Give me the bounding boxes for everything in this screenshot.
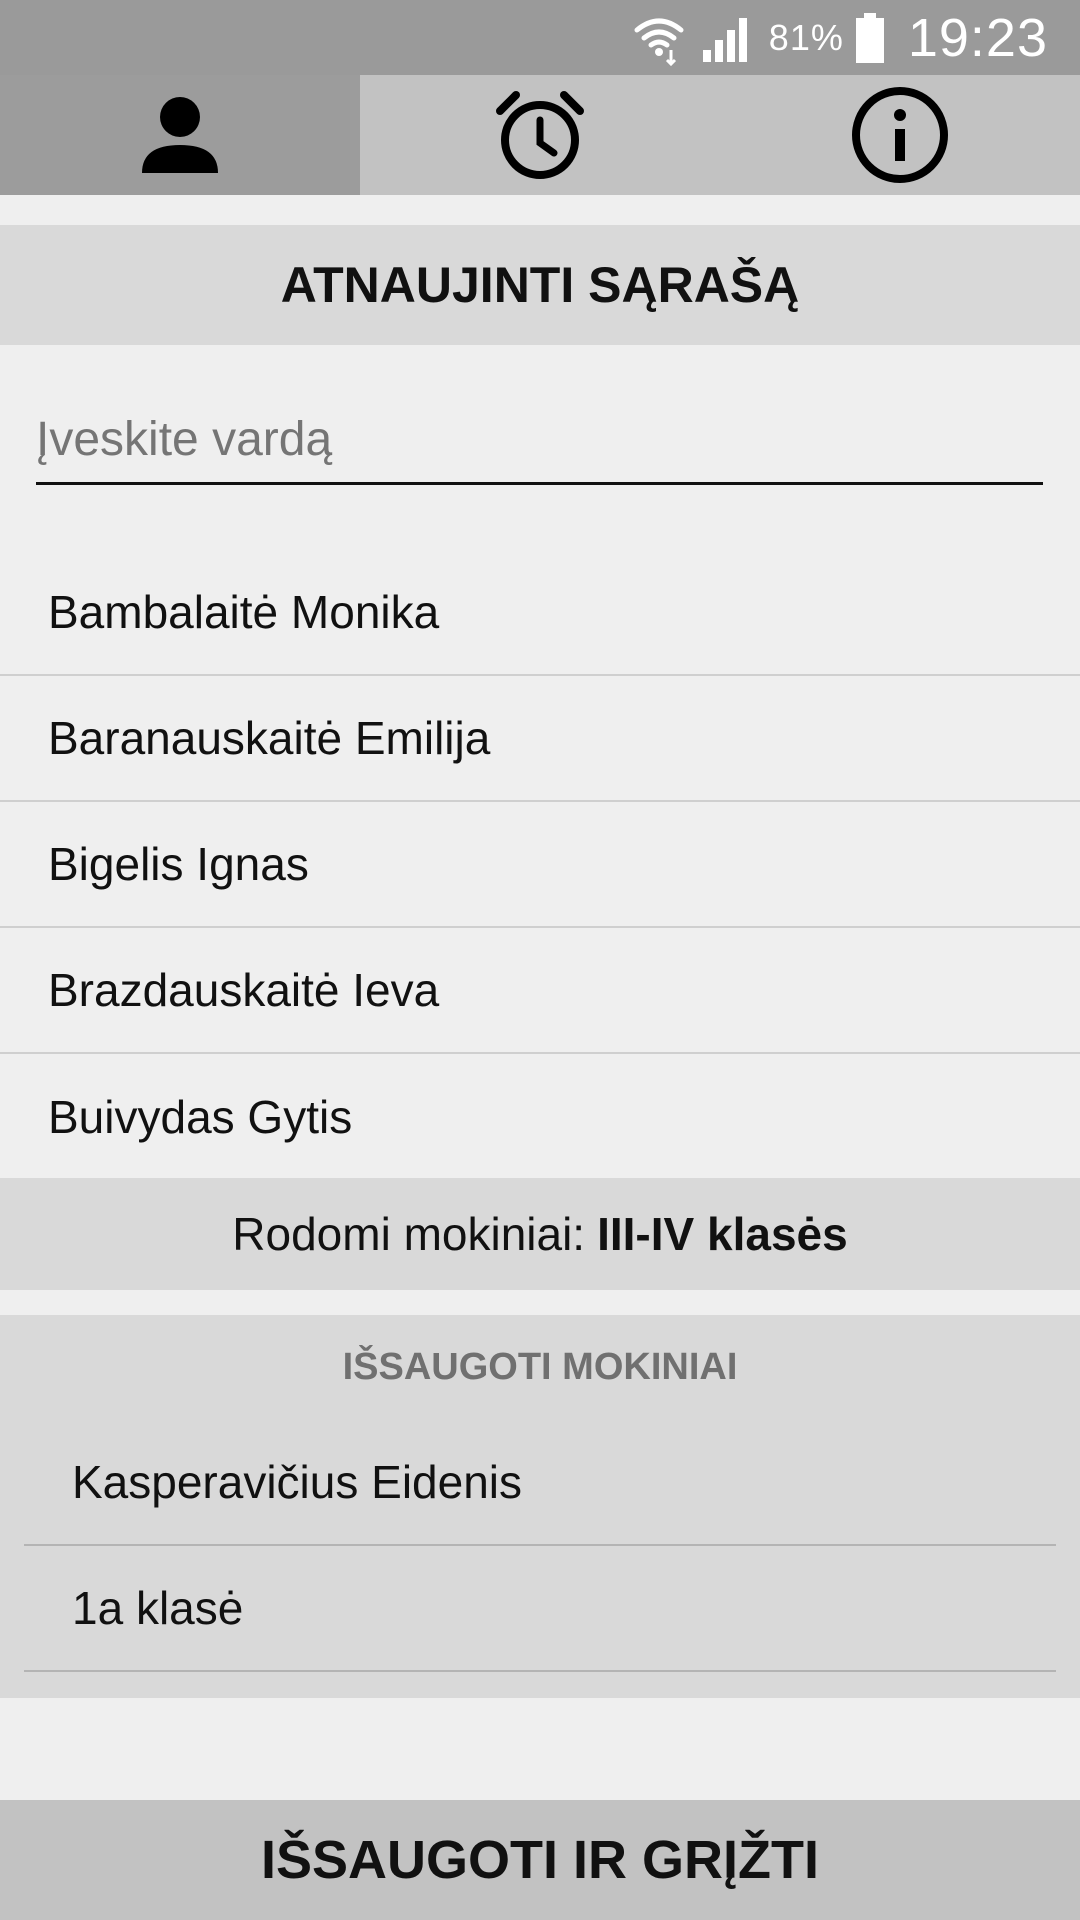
tab-bar — [0, 75, 1080, 195]
list-item[interactable]: Brazdauskaitė Ieva — [0, 928, 1080, 1054]
battery-percentage: 81% — [768, 16, 844, 58]
saved-students-list: Kasperavičius Eidenis 1a klasė — [24, 1420, 1056, 1672]
tab-info[interactable] — [720, 75, 1080, 195]
signal-icon — [702, 17, 747, 62]
saved-list-item[interactable]: Kasperavičius Eidenis — [24, 1420, 1056, 1546]
list-item[interactable]: Baranauskaitė Emilija — [0, 676, 1080, 802]
shown-students-value: III-IV klasės — [597, 1208, 848, 1260]
person-icon — [142, 97, 218, 173]
tab-students[interactable] — [0, 75, 360, 195]
list-item[interactable]: Bambalaitė Monika — [0, 550, 1080, 676]
name-search-input[interactable] — [36, 405, 1043, 485]
wifi-icon — [634, 18, 684, 66]
tab-alarm[interactable] — [360, 75, 720, 195]
shown-students-label: Rodomi mokiniai: — [232, 1208, 586, 1260]
status-icons: 81% 19:23 — [631, 0, 1048, 75]
shown-students-info: Rodomi mokiniai: III-IV klasės — [0, 1178, 1080, 1290]
list-item[interactable]: Buivydas Gytis — [0, 1054, 1080, 1180]
saved-list-item[interactable]: 1a klasė — [24, 1546, 1056, 1672]
refresh-list-button[interactable]: ATNAUJINTI SĄRAŠĄ — [0, 225, 1080, 345]
list-item[interactable]: Bigelis Ignas — [0, 802, 1080, 928]
saved-students-panel: IŠSAUGOTI MOKINIAI Kasperavičius Eidenis… — [0, 1315, 1080, 1698]
info-icon — [852, 87, 948, 183]
student-list: Bambalaitė Monika Baranauskaitė Emilija … — [0, 550, 1080, 1180]
alarm-clock-icon — [496, 91, 584, 179]
battery-icon — [855, 12, 884, 63]
saved-students-title: IŠSAUGOTI MOKINIAI — [342, 1346, 738, 1388]
save-and-return-button[interactable]: IŠSAUGOTI IR GRĮŽTI — [0, 1800, 1080, 1920]
clock: 19:23 — [907, 7, 1048, 68]
status-bar: 81% 19:23 — [0, 0, 1080, 75]
